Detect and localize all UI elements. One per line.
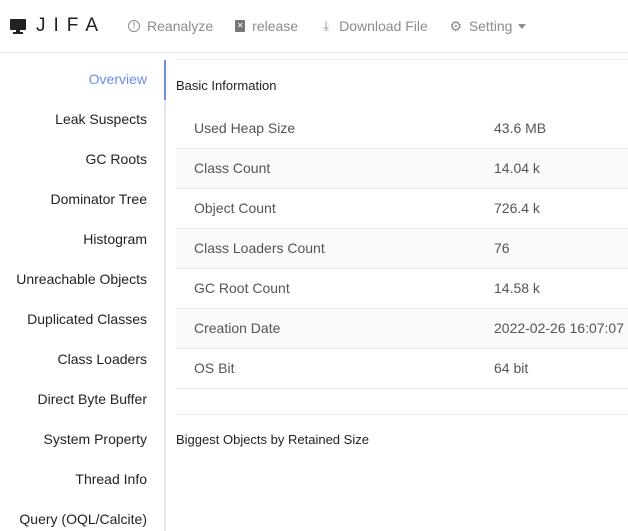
- row-value: 2022-02-26 16:07:07: [494, 320, 624, 336]
- sidebar-item-thread-info[interactable]: Thread Info: [75, 471, 147, 487]
- basic-information-table: Used Heap Size 43.6 MB Class Count 14.04…: [176, 109, 628, 415]
- caret-down-icon: [518, 23, 527, 29]
- row-key: Used Heap Size: [194, 120, 296, 136]
- download-file-label: Download File: [339, 18, 428, 34]
- row-value: 726.4 k: [494, 200, 540, 216]
- table-row: Used Heap Size 43.6 MB: [176, 109, 628, 149]
- sidebar-item-duplicated-classes[interactable]: Duplicated Classes: [27, 311, 147, 327]
- row-key: Class Loaders Count: [194, 240, 325, 256]
- row-key: OS Bit: [194, 360, 235, 376]
- row-value: 76: [494, 240, 510, 256]
- table-spacer-row: [176, 389, 628, 415]
- table-row: Class Loaders Count 76: [176, 229, 628, 269]
- sidebar-item-histogram[interactable]: Histogram: [83, 231, 147, 247]
- overview-content: Basic Information Used Heap Size 43.6 MB…: [166, 53, 628, 531]
- basic-information-title: Basic Information: [176, 78, 277, 93]
- biggest-objects-title: Biggest Objects by Retained Size: [176, 432, 369, 447]
- info-circle-icon: !: [128, 20, 141, 32]
- row-value: 14.58 k: [494, 280, 540, 296]
- reanalyze-button[interactable]: ! Reanalyze: [128, 18, 213, 34]
- table-row: Object Count 726.4 k: [176, 189, 628, 229]
- desktop-icon: [10, 18, 26, 34]
- release-label: release: [252, 18, 299, 34]
- top-header: JIFA ! Reanalyze ✕ release ⤓ Download Fi…: [0, 0, 628, 53]
- sidebar-item-unreachable-objects[interactable]: Unreachable Objects: [16, 271, 147, 287]
- sidebar-item-query[interactable]: Query (OQL/Calcite): [19, 511, 147, 527]
- release-icon: ✕: [235, 20, 246, 32]
- download-file-button[interactable]: ⤓ Download File: [320, 18, 428, 34]
- sidebar-item-overview[interactable]: Overview: [89, 71, 147, 87]
- sidebar-item-system-property[interactable]: System Property: [44, 431, 147, 447]
- app-title: JIFA: [36, 15, 107, 36]
- table-row: Creation Date 2022-02-26 16:07:07: [176, 309, 628, 349]
- sidebar-item-direct-byte-buffer[interactable]: Direct Byte Buffer: [38, 391, 147, 407]
- setting-dropdown[interactable]: ⚙ Setting: [450, 18, 527, 34]
- release-button[interactable]: ✕ release: [235, 18, 298, 34]
- table-row: Class Count 14.04 k: [176, 149, 628, 189]
- gear-icon: ⚙: [449, 17, 463, 34]
- sidebar-item-leak-suspects[interactable]: Leak Suspects: [55, 111, 147, 127]
- row-key: Creation Date: [194, 320, 281, 336]
- sidebar-item-dominator-tree[interactable]: Dominator Tree: [51, 191, 147, 207]
- content-divider: [176, 59, 628, 60]
- row-value: 14.04 k: [494, 160, 540, 176]
- row-value: 43.6 MB: [494, 120, 547, 136]
- row-key: Class Count: [194, 160, 271, 176]
- setting-label: Setting: [468, 18, 513, 34]
- app-logo[interactable]: JIFA: [10, 15, 106, 37]
- row-key: Object Count: [194, 200, 276, 216]
- reanalyze-label: Reanalyze: [147, 18, 214, 34]
- download-icon: ⤓: [323, 18, 329, 33]
- sidebar-nav: Overview Leak Suspects GC Roots Dominato…: [0, 53, 166, 531]
- table-row: GC Root Count 14.58 k: [176, 269, 628, 309]
- row-key: GC Root Count: [194, 280, 290, 296]
- row-value: 64 bit: [494, 360, 529, 376]
- table-row: OS Bit 64 bit: [176, 349, 628, 389]
- sidebar-item-class-loaders[interactable]: Class Loaders: [58, 351, 148, 367]
- sidebar-item-gc-roots[interactable]: GC Roots: [86, 151, 147, 167]
